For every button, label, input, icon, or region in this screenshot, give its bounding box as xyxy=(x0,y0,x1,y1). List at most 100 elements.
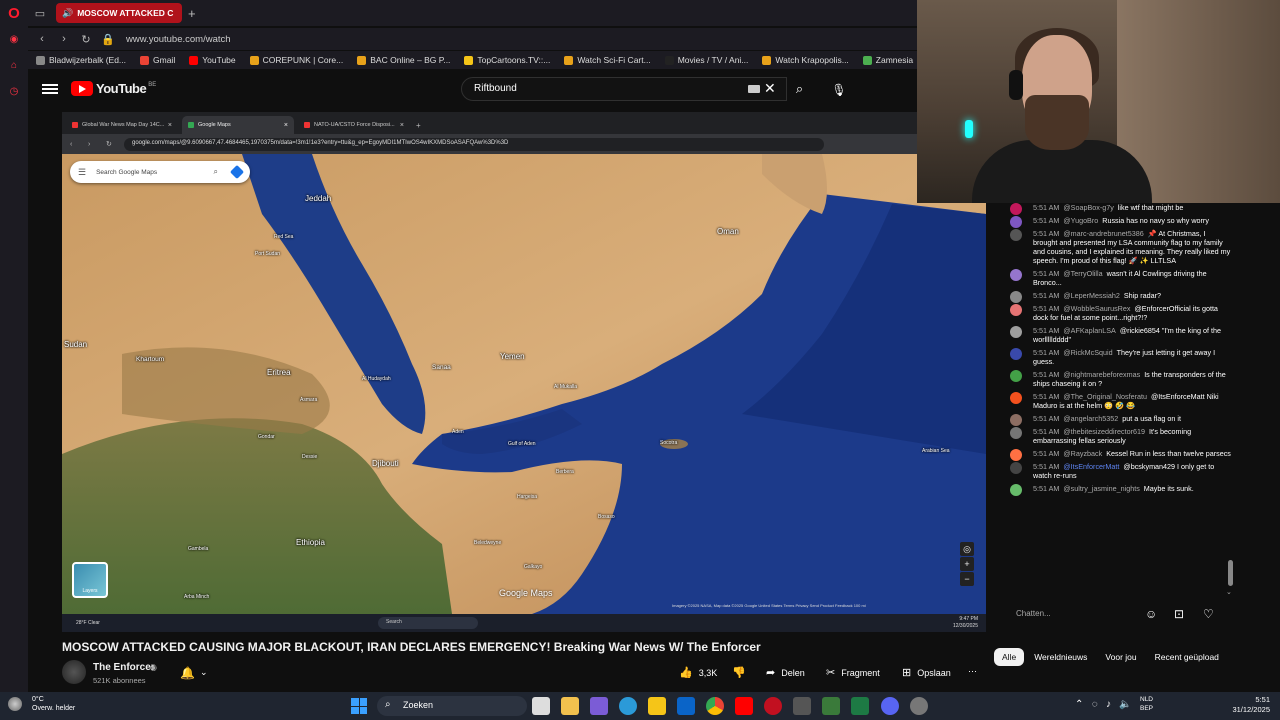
opera-icon[interactable] xyxy=(764,697,782,715)
bell-icon[interactable]: 🔔 xyxy=(180,666,195,680)
edge-icon[interactable] xyxy=(619,697,637,715)
chat-username[interactable]: @sultry_jasmine_nights xyxy=(1063,484,1139,493)
youtube-logo[interactable]: YouTube BE xyxy=(71,81,156,96)
chat-username[interactable]: @WobbleSaurusRex xyxy=(1063,304,1130,313)
back-icon[interactable]: ‹ xyxy=(34,33,50,45)
new-tab-button[interactable]: + xyxy=(188,6,196,21)
history-icon[interactable]: ◷ xyxy=(0,78,28,104)
taskbar-search[interactable]: ⌕ Zoeken xyxy=(377,696,527,716)
video-player[interactable]: Global War News Map Day 14C... × Google M… xyxy=(62,112,986,632)
reload-icon[interactable]: ↻ xyxy=(78,33,94,46)
like-button[interactable]: 👍 3,3K xyxy=(679,666,717,679)
chat-username[interactable]: @Rayzback xyxy=(1063,449,1102,458)
settings-icon[interactable] xyxy=(910,697,928,715)
tray-icons[interactable]: ⌃ ◌ ♪ 🔈 xyxy=(1075,699,1132,710)
youtube-app-icon[interactable] xyxy=(735,697,753,715)
clear-search-icon[interactable]: ✕ xyxy=(764,80,776,97)
bookmark-item[interactable]: Movies / TV / Ani... xyxy=(664,55,748,65)
store-icon[interactable] xyxy=(561,697,579,715)
chevron-down-icon[interactable]: ⌄ xyxy=(1226,588,1232,596)
chevron-down-icon[interactable]: ⌄ xyxy=(200,667,208,678)
super-chat-icon[interactable]: ⊡ xyxy=(1174,607,1184,621)
chat-username[interactable]: @thebitesizeddirector619 xyxy=(1063,427,1145,436)
chat-avatar[interactable] xyxy=(1010,216,1022,228)
forward-icon[interactable]: › xyxy=(56,33,72,45)
chat-username[interactable]: @AFKaplanLSA xyxy=(1063,326,1115,335)
chat-avatar[interactable] xyxy=(1010,291,1022,303)
channel-avatar[interactable] xyxy=(62,660,86,684)
chrome-icon[interactable] xyxy=(706,697,724,715)
share-button[interactable]: ➦ Delen xyxy=(766,666,805,679)
chat-username[interactable]: @TerryOlilla xyxy=(1063,269,1102,278)
chat-avatar[interactable] xyxy=(1010,269,1022,281)
chat-username[interactable]: @RickMcSquid xyxy=(1063,348,1112,357)
chip-recently-uploaded[interactable]: Recent geüpload xyxy=(1147,648,1227,666)
file-explorer-icon[interactable] xyxy=(648,697,666,715)
voice-search-button[interactable]: 🎙 xyxy=(828,79,850,101)
chat-username[interactable]: @LeperMessiah2 xyxy=(1063,291,1119,300)
bookmark-item[interactable]: BAC Online – BG P... xyxy=(357,55,450,65)
chat-avatar[interactable] xyxy=(1010,348,1022,360)
teams-icon[interactable] xyxy=(590,697,608,715)
bookmark-item[interactable]: COREPUNK | Core... xyxy=(249,55,343,65)
keyboard-icon[interactable] xyxy=(748,85,760,93)
heart-icon[interactable]: ♡ xyxy=(1203,607,1214,621)
chat-scrollbar[interactable] xyxy=(1228,560,1233,586)
dislike-button[interactable]: 👎 xyxy=(732,666,752,679)
chat-avatar[interactable] xyxy=(1010,326,1022,338)
more-actions-button[interactable]: ⋯ xyxy=(968,666,977,677)
chat-avatar[interactable] xyxy=(1010,392,1022,404)
bookmark-item[interactable]: TopCartoons.TV::... xyxy=(464,55,550,65)
chat-avatar[interactable] xyxy=(1010,484,1022,496)
messenger-icon[interactable]: ◉ xyxy=(0,26,28,52)
address-input[interactable]: www.youtube.com/watch xyxy=(126,34,231,45)
chat-avatar[interactable] xyxy=(1010,427,1022,439)
bookmark-item[interactable]: YouTube xyxy=(189,55,236,65)
chip-all[interactable]: Alle xyxy=(994,648,1025,666)
bookmark-item[interactable]: Watch Sci-Fi Cart... xyxy=(564,55,651,65)
chip-for-you[interactable]: Voor jou xyxy=(1097,648,1144,666)
bookmark-item[interactable]: Zamnesia xyxy=(862,55,913,65)
emoji-icon[interactable]: ☺ xyxy=(1145,607,1157,621)
bookmark-item[interactable]: Gmail xyxy=(140,55,175,65)
chat-username[interactable]: @angelarch5352 xyxy=(1063,414,1118,423)
search-button[interactable]: ⌕ xyxy=(787,77,812,101)
chat-avatar[interactable] xyxy=(1010,229,1022,241)
excel-icon[interactable] xyxy=(851,697,869,715)
chat-avatar[interactable] xyxy=(1010,414,1022,426)
chat-avatar[interactable] xyxy=(1010,370,1022,382)
opera-logo-icon[interactable]: O xyxy=(0,0,28,26)
save-button[interactable]: ⊞ Opslaan xyxy=(902,666,951,679)
chat-avatar[interactable] xyxy=(1010,462,1022,474)
chat-username[interactable]: @SoapBox-g7y xyxy=(1063,203,1113,212)
clip-button[interactable]: ✂ Fragment xyxy=(826,666,880,679)
discord-icon[interactable] xyxy=(881,697,899,715)
chat-input[interactable]: Chatten... xyxy=(1006,606,1126,624)
pinboard-icon[interactable]: ⌂ xyxy=(0,52,28,78)
chat-avatar[interactable] xyxy=(1010,449,1022,461)
search-input[interactable]: Riftbound xyxy=(461,77,787,101)
calculator-icon[interactable] xyxy=(793,697,811,715)
chat-username[interactable]: @YugoBro xyxy=(1063,216,1098,225)
chat-avatar[interactable] xyxy=(1010,304,1022,316)
channel-name[interactable]: The Enforcer xyxy=(93,662,155,673)
chip-world-news[interactable]: Wereldnieuws xyxy=(1026,648,1095,666)
app-icon[interactable] xyxy=(822,697,840,715)
taskbar-clock[interactable]: 5:51 31/12/2025 xyxy=(1224,695,1270,715)
tab-overview-icon[interactable]: ▭ xyxy=(28,0,52,26)
chat-username[interactable]: @The_Original_Nosferatu xyxy=(1063,392,1147,401)
weather-widget[interactable]: 0°C Overw. helder xyxy=(8,695,75,713)
language-indicator[interactable]: NLD BEP xyxy=(1140,695,1153,713)
chat-username[interactable]: @ItsEnforcerMatt xyxy=(1063,462,1119,471)
hamburger-menu-icon[interactable] xyxy=(42,82,58,96)
chat-username[interactable]: @nightmarebeforexmas xyxy=(1063,370,1140,379)
task-view-icon[interactable] xyxy=(532,697,550,715)
outlook-icon[interactable] xyxy=(677,697,695,715)
chat-text: They're just letting it get away I guess… xyxy=(1033,348,1216,366)
chat-username[interactable]: @marc-andrebrunet5386 xyxy=(1063,229,1143,238)
tab-active[interactable]: 🔊 MOSCOW ATTACKED C xyxy=(56,3,182,23)
bookmark-item[interactable]: Watch Krapopolis... xyxy=(762,55,849,65)
chat-avatar[interactable] xyxy=(1010,203,1022,215)
bookmark-item[interactable]: Bladwijzerbalk (Ed... xyxy=(36,55,126,65)
windows-start-icon[interactable] xyxy=(351,698,367,714)
